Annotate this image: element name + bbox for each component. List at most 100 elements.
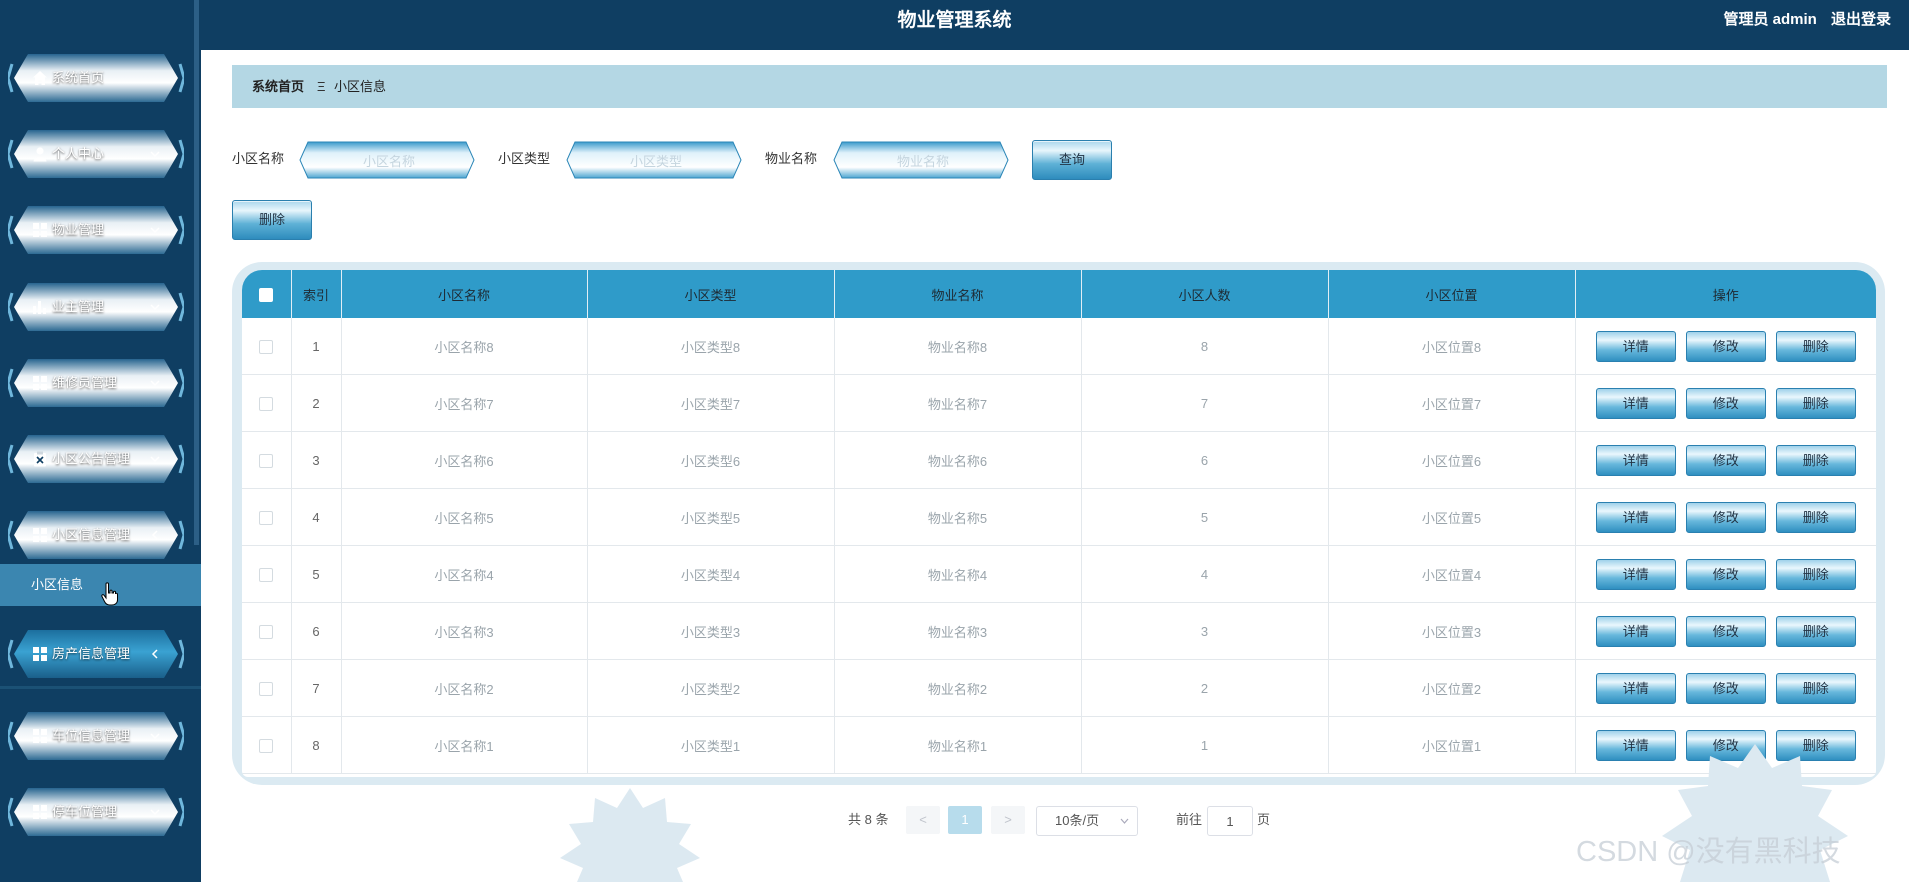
delete-button[interactable]: 删除 (1775, 330, 1856, 362)
row-checkbox[interactable] (259, 681, 274, 696)
table-row[interactable]: 5 小区名称4 小区类型4 物业名称4 4 小区位置4 详情 修改 删除 (242, 545, 1876, 603)
sidebar-item[interactable]: 业主管理 (8, 279, 184, 335)
delete-button[interactable]: 删除 (1775, 672, 1856, 704)
row-checkbox[interactable] (259, 738, 274, 753)
sidebar-item[interactable]: 个人中心 (8, 126, 184, 182)
select-all-checkbox[interactable] (259, 287, 274, 302)
grid-icon (33, 729, 47, 743)
detail-button[interactable]: 详情 (1595, 387, 1676, 419)
user-name: 管理员 admin (1723, 11, 1817, 28)
cell-actions: 详情 修改 删除 (1575, 488, 1876, 546)
row-checkbox[interactable] (259, 510, 274, 525)
table-row[interactable]: 7 小区名称2 小区类型2 物业名称2 2 小区位置2 详情 修改 删除 (242, 659, 1876, 717)
chevron-down-icon (150, 733, 160, 740)
cell-count: 4 (1081, 545, 1329, 603)
sidebar-item[interactable]: 小区公告管理 (8, 431, 184, 487)
row-checkbox[interactable] (259, 396, 274, 411)
column-header-count[interactable]: 小区人数 (1081, 270, 1329, 318)
pagination-next-button[interactable]: > (991, 806, 1025, 834)
detail-button[interactable]: 详情 (1595, 615, 1676, 647)
sidebar-item-label: 业主管理 (52, 299, 105, 314)
app-title: 物业管理系统 (897, 10, 1012, 31)
sidebar-item[interactable]: 物业管理 (8, 202, 184, 258)
delete-button[interactable]: 删除 (1775, 501, 1856, 533)
cell-actions: 详情 修改 删除 (1575, 374, 1876, 432)
row-checkbox[interactable] (259, 453, 274, 468)
sidebar-item[interactable]: 系统首页 (8, 50, 184, 106)
sidebar: 系统首页个人中心物业管理业主管理维修员管理小区公告管理 小区信息管理 房产信息管理车… (0, 0, 201, 882)
gear-decoration-icon (560, 788, 700, 882)
table-row[interactable]: 8 小区名称1 小区类型1 物业名称1 1 小区位置1 详情 修改 删除 (242, 716, 1876, 774)
table-row[interactable]: 6 小区名称3 小区类型3 物业名称3 3 小区位置3 详情 修改 删除 (242, 602, 1876, 660)
sidebar-item[interactable]: 小区信息管理 (8, 507, 184, 563)
query-button[interactable]: 查询 (1032, 140, 1112, 180)
column-header-type[interactable]: 小区类型 (587, 270, 835, 318)
grid-icon (33, 376, 47, 390)
community-type-field[interactable] (565, 140, 743, 180)
community-name-input[interactable] (316, 148, 462, 174)
sidebar-item[interactable]: 停车位管理 (8, 784, 184, 840)
delete-button[interactable]: 删除 (1775, 558, 1856, 590)
property-name-field[interactable] (832, 140, 1010, 180)
sidebar-scrollbar[interactable] (194, 0, 199, 545)
pagination-prev-button[interactable]: < (906, 806, 940, 834)
breadcrumb-home[interactable]: 系统首页 (252, 65, 304, 108)
community-name-label: 小区名称 (232, 151, 285, 166)
cell-type: 小区类型7 (587, 374, 835, 432)
sidebar-item-label: 车位信息管理 (52, 728, 131, 743)
logout-link[interactable]: 退出登录 (1831, 11, 1891, 28)
cell-index: 1 (291, 318, 342, 375)
table-row[interactable]: 2 小区名称7 小区类型7 物业名称7 7 小区位置7 详情 修改 删除 (242, 374, 1876, 432)
batch-delete-button[interactable]: 删除 (232, 200, 312, 240)
detail-button[interactable]: 详情 (1595, 444, 1676, 476)
table-row[interactable]: 4 小区名称5 小区类型5 物业名称5 5 小区位置5 详情 修改 删除 (242, 488, 1876, 546)
edit-button[interactable]: 修改 (1685, 444, 1766, 476)
community-type-input[interactable] (583, 148, 729, 174)
detail-button[interactable]: 详情 (1595, 558, 1676, 590)
chevron-down-icon (150, 456, 160, 463)
sidebar-item[interactable]: 房产信息管理 (8, 626, 184, 682)
detail-button[interactable]: 详情 (1595, 501, 1676, 533)
sidebar-item-label: 系统首页 (52, 70, 105, 85)
grid-icon (33, 528, 47, 542)
goto-page-input[interactable] (1207, 806, 1253, 836)
row-checkbox[interactable] (259, 624, 274, 639)
row-checkbox[interactable] (259, 567, 274, 582)
sidebar-item[interactable]: 车位信息管理 (8, 708, 184, 764)
page-size-select[interactable]: 10条/页 (1036, 806, 1138, 836)
detail-button[interactable]: 详情 (1595, 672, 1676, 704)
cell-property: 物业名称5 (834, 488, 1082, 546)
edit-button[interactable]: 修改 (1685, 672, 1766, 704)
cell-index: 7 (291, 659, 342, 717)
delete-button[interactable]: 删除 (1775, 444, 1856, 476)
edit-button[interactable]: 修改 (1685, 615, 1766, 647)
table-row[interactable]: 1 小区名称8 小区类型8 物业名称8 8 小区位置8 详情 修改 删除 (242, 318, 1876, 375)
column-header-property[interactable]: 物业名称 (834, 270, 1082, 318)
edit-button[interactable]: 修改 (1685, 330, 1766, 362)
edit-button[interactable]: 修改 (1685, 387, 1766, 419)
table-container: 索引 小区名称 小区类型 物业名称 小区人数 小区位置 操作 1 小区名称8 小区类… (232, 262, 1885, 785)
column-header-name[interactable]: 小区名称 (341, 270, 588, 318)
chevron-down-icon (150, 380, 160, 387)
edit-button[interactable]: 修改 (1685, 558, 1766, 590)
cell-property: 物业名称1 (834, 716, 1082, 774)
chevron-down-icon (1120, 818, 1129, 824)
cell-index: 3 (291, 431, 342, 489)
edit-button[interactable]: 修改 (1685, 501, 1766, 533)
detail-button[interactable]: 详情 (1595, 330, 1676, 362)
community-name-field[interactable] (298, 140, 476, 180)
row-select-cell (242, 488, 292, 546)
row-checkbox[interactable] (259, 339, 274, 354)
column-header-location[interactable]: 小区位置 (1328, 270, 1576, 318)
delete-button[interactable]: 删除 (1775, 615, 1856, 647)
table-row[interactable]: 3 小区名称6 小区类型6 物业名称6 6 小区位置6 详情 修改 删除 (242, 431, 1876, 489)
row-select-cell (242, 374, 292, 432)
cell-location: 小区位置3 (1328, 602, 1576, 660)
sidebar-item[interactable]: 维修员管理 (8, 355, 184, 411)
delete-button[interactable]: 删除 (1775, 387, 1856, 419)
property-name-input[interactable] (850, 148, 996, 174)
column-header-index[interactable]: 索引 (291, 270, 342, 318)
pagination-page-button[interactable]: 1 (948, 806, 982, 834)
cell-type: 小区类型5 (587, 488, 835, 546)
cell-count: 2 (1081, 659, 1329, 717)
